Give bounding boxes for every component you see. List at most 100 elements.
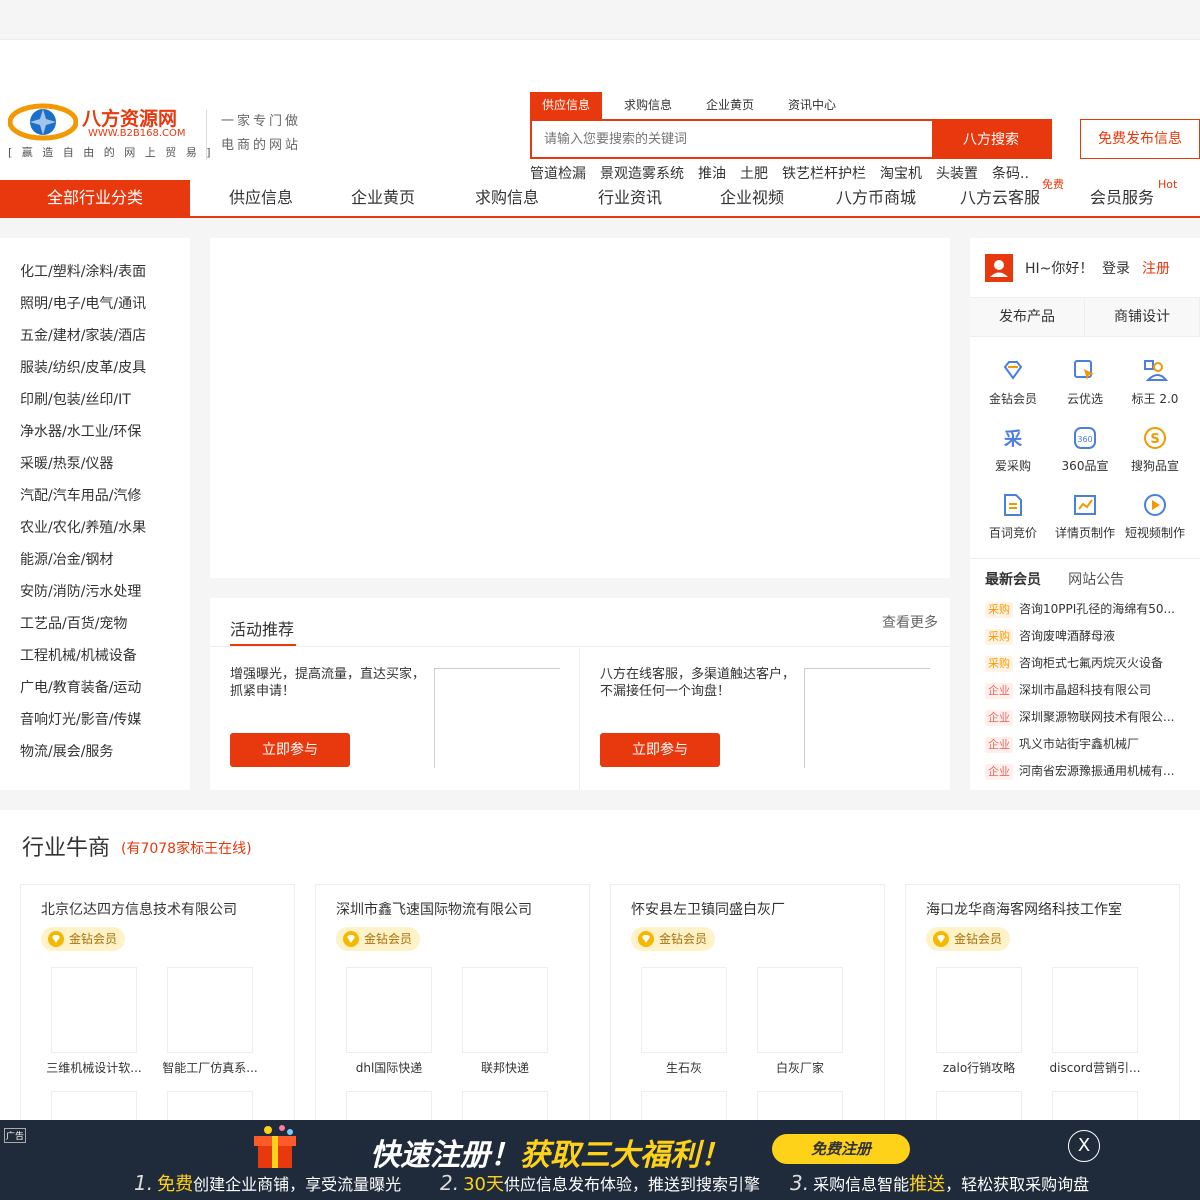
- merchant-name[interactable]: 北京亿达四方信息技术有限公司: [41, 899, 237, 919]
- news-item[interactable]: 采购 咨询柜式七氟丙烷灭火设备: [985, 654, 1185, 681]
- nav-yellowpages[interactable]: 企业黄页: [351, 180, 415, 216]
- nav-supply[interactable]: 供应信息: [229, 180, 293, 216]
- product-name: dhl国际快递: [355, 1061, 423, 1075]
- tool-label: 金钻会员: [988, 392, 1037, 406]
- news-item[interactable]: 企业 巩义市站街宇鑫机械厂: [985, 735, 1185, 762]
- ad-close-button[interactable]: X: [1068, 1130, 1100, 1162]
- ad-benefit-number: 2.: [440, 1171, 460, 1195]
- news-text: 深圳聚源物联网技术有限公...: [1019, 710, 1175, 724]
- join-button[interactable]: 立即参与: [230, 733, 350, 767]
- nav-member-service[interactable]: 会员服务: [1090, 180, 1154, 216]
- shop-design-tab[interactable]: 商铺设计: [1085, 298, 1200, 336]
- nav-coin-mall[interactable]: 八方币商城: [836, 180, 916, 216]
- category-item[interactable]: 农业/农化/养殖/水果: [0, 512, 190, 544]
- svg-text:采: 采: [1003, 429, 1023, 450]
- category-item[interactable]: 五金/建材/家装/酒店: [0, 320, 190, 352]
- ad-banner[interactable]: 广告 快速注册！获取三大福利！ 免费注册 X 1. 免费创建企业商铺，享受流量曝光…: [0, 1120, 1200, 1200]
- search-tab-supply[interactable]: 供应信息: [530, 92, 603, 119]
- product-item[interactable]: zalo行销攻略: [936, 967, 1022, 1076]
- product-item[interactable]: 联邦快递: [462, 967, 548, 1076]
- merchant-name[interactable]: 海口龙华商海客网络科技工作室: [926, 899, 1122, 919]
- nav-industry-news[interactable]: 行业资讯: [598, 180, 662, 216]
- activity-title: 活动推荐: [230, 620, 295, 639]
- user-sidebar: HI~你好！ 登录 注册 发布产品 商铺设计 金钻会员 云优选 标王 2.0 采…: [970, 238, 1200, 790]
- main-body: 化工/塑料/涂料/表面 照明/电子/电气/通讯 五金/建材/家装/酒店 服装/纺…: [0, 218, 1200, 790]
- tab-announcements[interactable]: 网站公告: [1068, 572, 1124, 588]
- join-button[interactable]: 立即参与: [600, 733, 720, 767]
- news-item[interactable]: 企业 深圳市晶超科技有限公司: [985, 681, 1185, 708]
- product-name: 三维机械设计软...: [46, 1061, 142, 1075]
- category-item[interactable]: 安防/消防/污水处理: [0, 576, 190, 608]
- category-item[interactable]: 采暖/热泵/仪器: [0, 448, 190, 480]
- news-tag: 企业: [985, 710, 1013, 726]
- nav-company-video[interactable]: 企业视频: [720, 180, 784, 216]
- category-item[interactable]: 印刷/包装/丝印/IT: [0, 384, 190, 416]
- search-tab-yellowpages[interactable]: 企业黄页: [694, 92, 766, 119]
- news-item[interactable]: 企业 河南省宏源豫振通用机械有...: [985, 762, 1185, 789]
- news-item[interactable]: 采购 咨询废啤酒酵母液: [985, 627, 1185, 654]
- category-item[interactable]: 物流/展会/服务: [0, 736, 190, 768]
- product-item[interactable]: dhl国际快递: [346, 967, 432, 1076]
- product-name: zalo行销攻略: [942, 1061, 1016, 1075]
- nav-cloud-service[interactable]: 八方云客服: [960, 180, 1040, 216]
- tool-item[interactable]: 360 360品宣: [1047, 425, 1123, 474]
- news-list: 采购 咨询10PPI孔径的海绵有50... 采购 咨询废啤酒酵母液 采购 咨询柜式七氟…: [985, 600, 1185, 789]
- banner-area[interactable]: [210, 238, 950, 578]
- news-item[interactable]: 采购 咨询10PPI孔径的海绵有50...: [985, 600, 1185, 627]
- product-item[interactable]: 白灰厂家: [757, 967, 843, 1076]
- category-item[interactable]: 化工/塑料/涂料/表面: [0, 256, 190, 288]
- ad-benefit-number: 1.: [134, 1171, 154, 1195]
- nav-purchase[interactable]: 求购信息: [475, 180, 539, 216]
- tool-item[interactable]: 短视频制作: [1117, 492, 1193, 541]
- tab-latest-members[interactable]: 最新会员: [985, 572, 1041, 588]
- site-logo[interactable]: 八方资源网 WWW.B2B168.COM [ 赢 造 自 由 的 网 上 贸 易…: [8, 102, 211, 162]
- category-item[interactable]: 服装/纺织/皮革/皮具: [0, 352, 190, 384]
- tool-label: 标王 2.0: [1131, 392, 1179, 406]
- tool-item[interactable]: 标王 2.0: [1117, 358, 1193, 407]
- tool-item[interactable]: 采 爱采购: [975, 425, 1051, 474]
- category-item[interactable]: 广电/教育装备/运动: [0, 672, 190, 704]
- search-button[interactable]: 八方搜索: [932, 121, 1050, 157]
- publish-product-tab[interactable]: 发布产品: [970, 298, 1085, 336]
- free-post-button[interactable]: 免费发布信息: [1080, 119, 1200, 159]
- all-categories-button[interactable]: 全部行业分类: [0, 180, 190, 216]
- login-link[interactable]: 登录: [1102, 258, 1130, 278]
- merchant-name[interactable]: 深圳市鑫飞速国际物流有限公司: [336, 899, 532, 919]
- category-item[interactable]: 音响灯光/影音/传媒: [0, 704, 190, 736]
- category-item[interactable]: 照明/电子/电气/通讯: [0, 288, 190, 320]
- product-item[interactable]: 智能工厂仿真系...: [162, 967, 258, 1076]
- tool-item[interactable]: 百词竞价: [975, 492, 1051, 541]
- gift-box-icon: [254, 1125, 296, 1168]
- register-link[interactable]: 注册: [1142, 258, 1170, 278]
- activity-more-link[interactable]: 查看更多: [882, 612, 938, 632]
- user-avatar-icon: [985, 254, 1013, 282]
- tagline: 一家专门做 电商的网站: [206, 110, 301, 160]
- tool-item[interactable]: 详情页制作: [1047, 492, 1123, 541]
- category-item[interactable]: 能源/冶金/钢材: [0, 544, 190, 576]
- online-count: (有7078家标王在线): [121, 841, 252, 857]
- category-item[interactable]: 工艺品/百货/宠物: [0, 608, 190, 640]
- product-image: [167, 967, 253, 1053]
- chart-icon: [1074, 495, 1096, 515]
- category-item[interactable]: 汽配/汽车用品/汽修: [0, 480, 190, 512]
- merchant-name[interactable]: 怀安县左卫镇同盛白灰厂: [631, 899, 785, 919]
- tool-item[interactable]: 云优选: [1047, 358, 1123, 407]
- product-item[interactable]: discord营销引...: [1050, 967, 1140, 1076]
- news-item[interactable]: 企业 深圳聚源物联网技术有限公...: [985, 708, 1185, 735]
- category-item[interactable]: 净水器/水工业/环保: [0, 416, 190, 448]
- search-tab-purchase[interactable]: 求购信息: [612, 92, 684, 119]
- greeting: HI~你好！: [1025, 261, 1094, 277]
- gold-diamond-icon: [48, 931, 64, 947]
- category-item[interactable]: 工程机械/机械设备: [0, 640, 190, 672]
- search-tab-news[interactable]: 资讯中心: [776, 92, 848, 119]
- ad-benefit-pre: 采购信息智能: [813, 1175, 910, 1194]
- product-item[interactable]: 生石灰: [641, 967, 727, 1076]
- search-input[interactable]: [532, 121, 932, 157]
- tool-item[interactable]: 金钻会员: [975, 358, 1051, 407]
- sidebar-tabs: 发布产品 商铺设计: [970, 297, 1200, 337]
- ad-register-button[interactable]: 免费注册: [772, 1134, 910, 1164]
- news-tag: 企业: [985, 683, 1013, 699]
- tool-item[interactable]: S 搜狗品宣: [1117, 425, 1193, 474]
- product-item[interactable]: 三维机械设计软...: [46, 967, 142, 1076]
- news-text: 河南省宏源豫振通用机械有...: [1019, 764, 1175, 778]
